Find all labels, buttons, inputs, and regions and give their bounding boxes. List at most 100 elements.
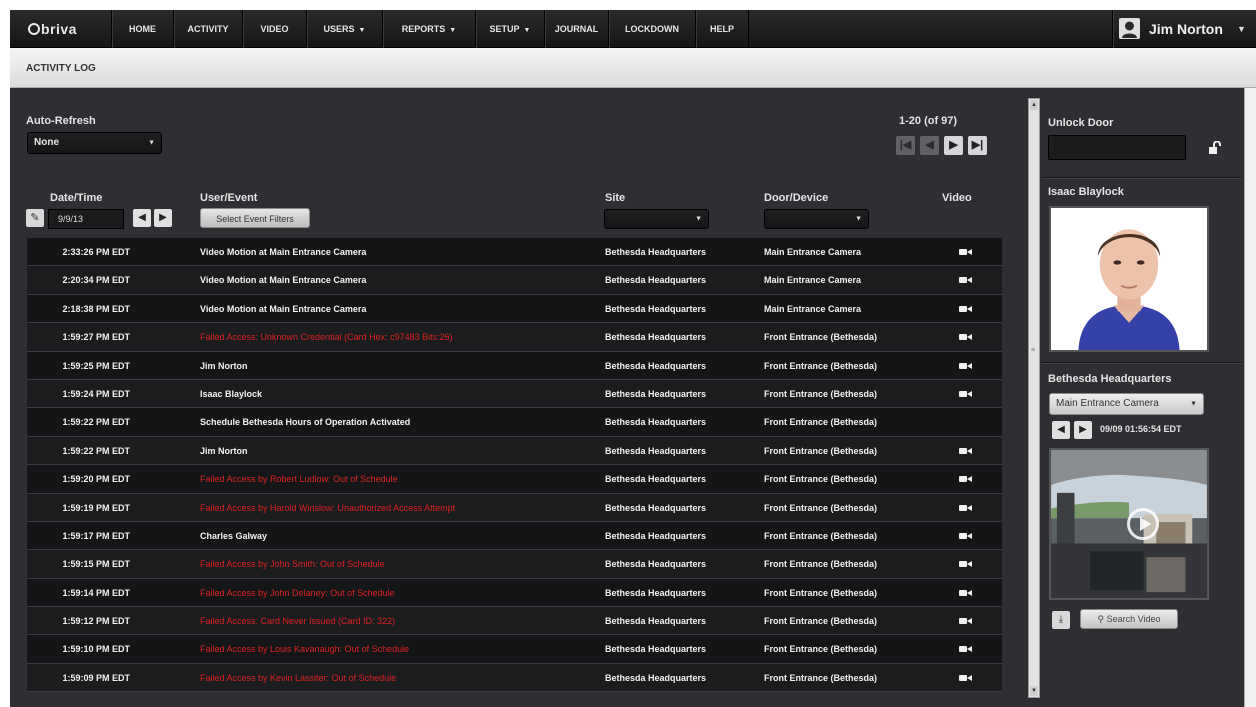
table-row[interactable]: 1:59:14 PM EDT Failed Access by John Dela… [27, 578, 1002, 608]
table-row[interactable]: 1:59:12 PM EDT Failed Access: Card Never … [27, 607, 1002, 636]
table-row[interactable]: 1:59:22 PM EDT Schedule Bethesda Hours of… [27, 408, 1002, 437]
nav-reports[interactable]: REPORTS ▼ [382, 10, 475, 48]
last-page-button[interactable]: ▶| [968, 136, 987, 155]
event-door: Front Entrance (Bethesda) [764, 559, 878, 570]
video-cell [959, 437, 973, 465]
camera-icon[interactable] [959, 362, 972, 369]
nav-home[interactable]: HOME [111, 10, 173, 48]
table-row[interactable]: 1:59:09 PM EDT Failed Access by Kevin Las… [27, 663, 1002, 693]
event-site: Bethesda Headquarters [605, 559, 707, 570]
door-filter-select[interactable]: ▼ [764, 209, 869, 229]
camera-icon[interactable] [959, 532, 972, 539]
event-description: Failed Access by Harold Winslow: Unautho… [200, 502, 456, 513]
event-site: Bethesda Headquarters [605, 247, 707, 257]
event-time: 1:59:17 PM EDT [62, 530, 130, 541]
scroll-up-icon[interactable]: ▲ [1030, 100, 1038, 110]
camera-icon[interactable] [959, 476, 972, 483]
user-menu[interactable]: Jim Norton ▼ [1112, 10, 1256, 48]
next-page-button[interactable]: ▶ [944, 136, 963, 155]
auto-refresh-select[interactable]: None ▼ [27, 132, 162, 154]
date-filter-input[interactable]: 9/9/13 [48, 209, 124, 229]
event-door: Front Entrance (Bethesda) [764, 644, 878, 655]
lock-icon[interactable] [1208, 141, 1222, 155]
camera-icon[interactable] [959, 589, 972, 596]
table-row[interactable]: 1:59:22 PM EDT Jim Norton Bethesda Headqua… [27, 436, 1002, 466]
table-row[interactable]: 2:20:34 PM EDT Video Motion at Main Entra… [27, 266, 1002, 295]
table-row[interactable]: 2:18:38 PM EDT Video Motion at Main Entra… [27, 294, 1002, 324]
event-description: Failed Access by John Delaney: Out of Sc… [200, 587, 395, 598]
camera-icon[interactable] [959, 447, 972, 454]
table-row[interactable]: 1:59:19 PM EDT Failed Access by Harold Wi… [27, 493, 1002, 522]
unlock-door-select[interactable] [1048, 135, 1186, 160]
video-cell [959, 550, 973, 578]
nav-journal-label: JOURNAL [554, 24, 599, 34]
chevron-down-icon: ▼ [148, 139, 155, 147]
activity-log-panel: Auto-Refresh None ▼ 1-20 (of 97) |◀ ◀ ▶ … [10, 88, 1256, 707]
event-door: Front Entrance (Bethesda) [764, 474, 878, 485]
video-preview[interactable] [1049, 448, 1209, 600]
column-header-user-event: User/Event [200, 192, 258, 204]
play-icon[interactable] [1127, 508, 1159, 540]
scroll-down-icon[interactable]: ▼ [1030, 686, 1038, 696]
select-event-filters-button[interactable]: Select Event Filters [200, 208, 310, 228]
camera-icon[interactable] [959, 305, 972, 312]
camera-icon[interactable] [959, 390, 972, 397]
camera-icon[interactable] [959, 561, 972, 568]
event-site: Bethesda Headquarters [605, 360, 707, 371]
table-row[interactable]: 1:59:27 PM EDT Failed Access: Unknown Cre… [27, 323, 1002, 352]
video-cell [959, 352, 973, 380]
event-site: Bethesda Headquarters [605, 474, 707, 485]
camera-icon[interactable] [959, 618, 972, 625]
download-icon[interactable]: ⤓ [1052, 611, 1070, 629]
wrench-icon[interactable]: ✎ [26, 209, 44, 227]
obriva-logo[interactable]: briva [28, 21, 77, 37]
date-prev-button[interactable]: ◀ [133, 209, 151, 227]
camera-select[interactable]: Main Entrance Camera ▼ [1049, 393, 1204, 415]
chevron-down-icon: ▼ [449, 27, 457, 34]
table-row[interactable]: 1:59:20 PM EDT Failed Access by Robert Lu… [27, 465, 1002, 494]
event-site: Bethesda Headquarters [605, 502, 707, 513]
video-prev-button[interactable]: ◀ [1052, 421, 1070, 439]
camera-icon[interactable] [959, 249, 972, 255]
table-row[interactable]: 1:59:24 PM EDT Isaac Blaylock Bethesda Hea… [27, 379, 1002, 409]
event-site: Bethesda Headquarters [605, 303, 707, 314]
nav-users[interactable]: USERS ▼ [306, 10, 382, 48]
camera-icon[interactable] [959, 334, 972, 341]
camera-icon[interactable] [959, 277, 972, 284]
event-door: Front Entrance (Bethesda) [764, 417, 878, 428]
camera-icon[interactable] [959, 504, 972, 511]
column-header-door-device: Door/Device [764, 192, 829, 204]
camera-icon[interactable] [959, 646, 972, 653]
first-page-button[interactable]: |◀ [896, 136, 915, 155]
prev-page-button[interactable]: ◀ [920, 136, 939, 155]
event-site: Bethesda Headquarters [605, 275, 707, 286]
page-scrollbar[interactable] [1244, 88, 1256, 707]
nav-help[interactable]: HELP [695, 10, 749, 48]
nav-lockdown[interactable]: LOCKDOWN [608, 10, 695, 48]
nav-setup[interactable]: SETUP ▼ [475, 10, 544, 48]
table-row[interactable]: 1:59:10 PM EDT Failed Access by Louis Kav… [27, 635, 1002, 664]
table-scrollbar[interactable]: ▲ ≡ ▼ [1028, 98, 1040, 698]
table-row[interactable]: 1:59:15 PM EDT Failed Access by John Smit… [27, 550, 1002, 579]
video-next-button[interactable]: ▶ [1074, 421, 1092, 439]
page-title: ACTIVITY LOG [26, 63, 96, 74]
camera-icon[interactable] [959, 674, 972, 681]
date-next-button[interactable]: ▶ [154, 209, 172, 227]
search-video-button[interactable]: ⚲ Search Video [1080, 609, 1178, 629]
event-door: Front Entrance (Bethesda) [764, 672, 878, 683]
event-door: Main Entrance Camera [764, 303, 862, 314]
site-filter-select[interactable]: ▼ [604, 209, 709, 229]
table-row[interactable]: 1:59:17 PM EDT Charles Galway Bethesda Hea… [27, 521, 1002, 551]
logo-ring-icon [28, 23, 40, 35]
scroll-grip-icon[interactable]: ≡ [1031, 347, 1035, 354]
table-row[interactable]: 2:33:26 PM EDT Video Motion at Main Entra… [27, 238, 1002, 267]
video-cell [959, 522, 973, 550]
logo-text: briva [41, 21, 77, 37]
video-cell [959, 607, 973, 635]
chevron-down-icon: ▼ [358, 27, 366, 34]
nav-video[interactable]: VIDEO [242, 10, 306, 48]
event-door: Main Entrance Camera [764, 247, 862, 257]
nav-journal[interactable]: JOURNAL [544, 10, 608, 48]
table-row[interactable]: 1:59:25 PM EDT Jim Norton Bethesda Headqua… [27, 351, 1002, 380]
nav-activity[interactable]: ACTIVITY [173, 10, 242, 48]
